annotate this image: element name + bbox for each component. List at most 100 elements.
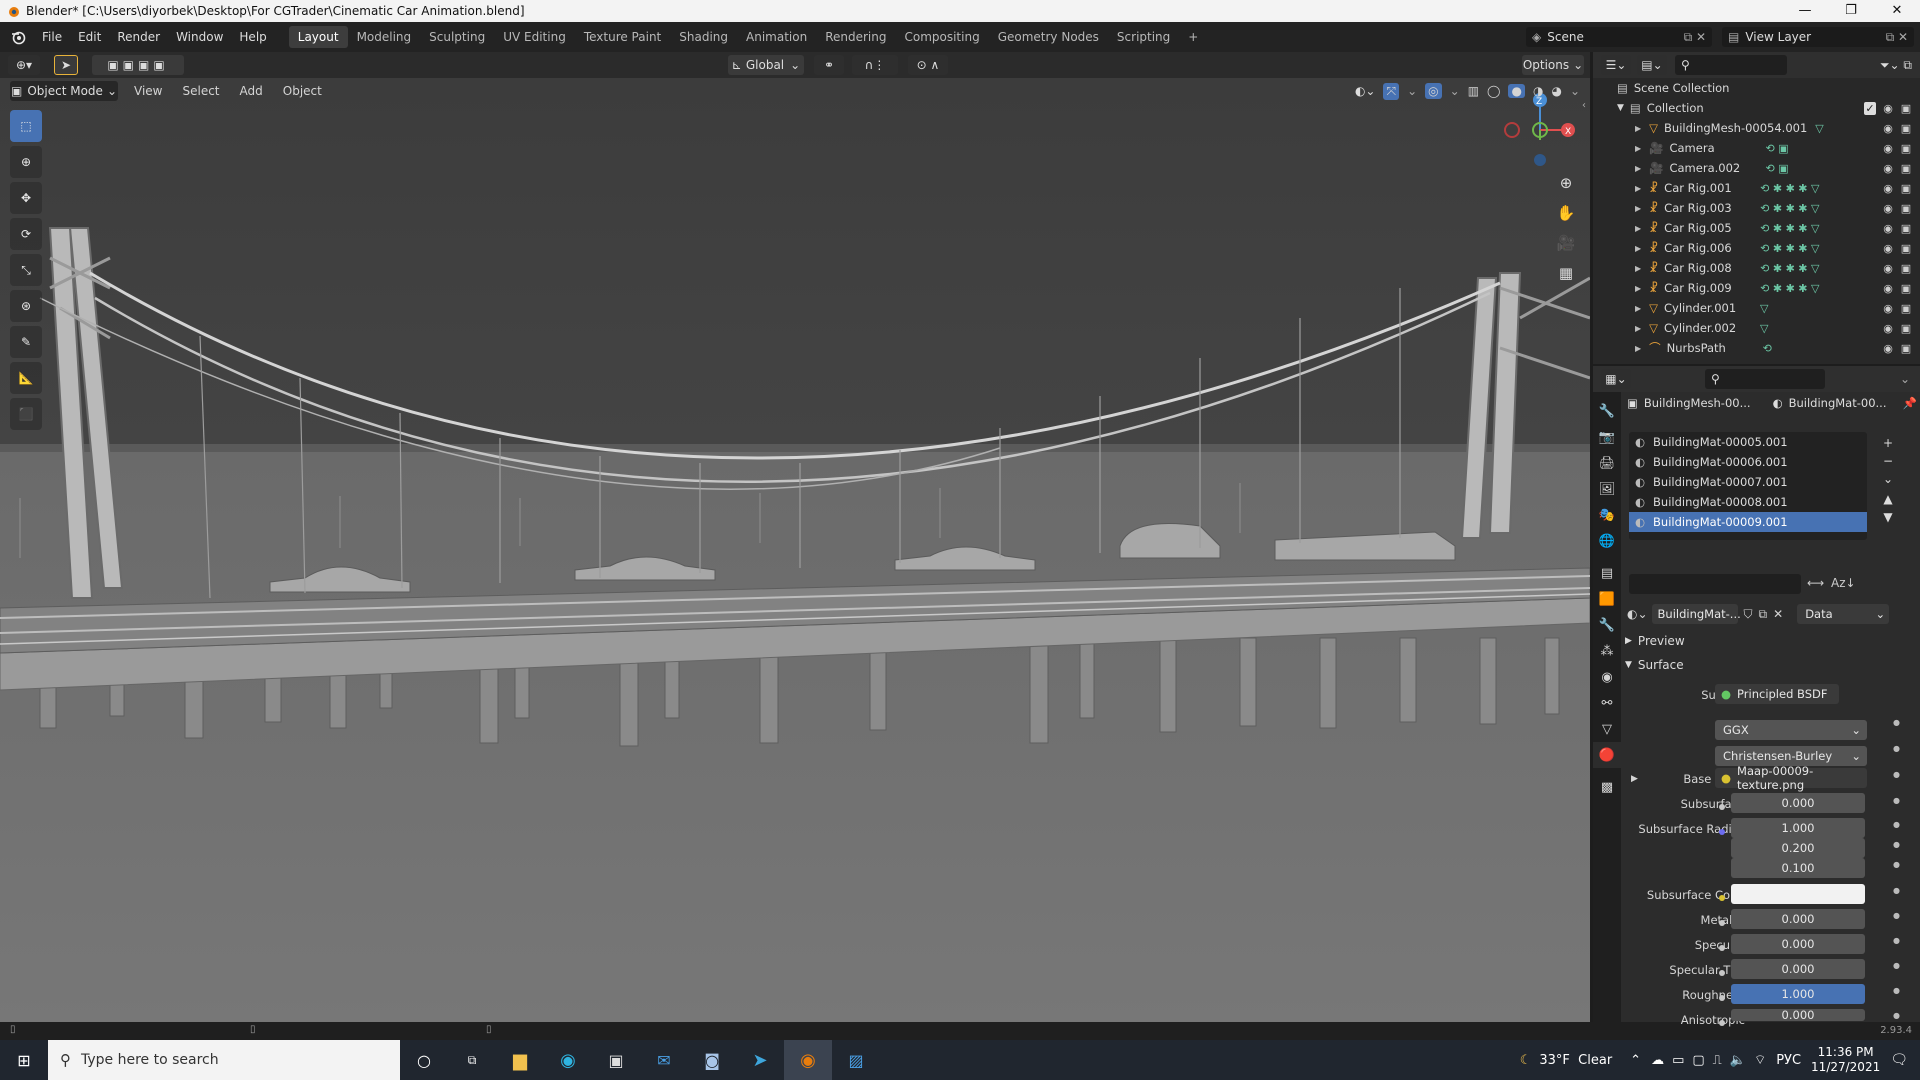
outliner-item[interactable]: ▶ ☧ Car Rig.001 ⟲ ✱ ✱ ✱ ▽ ◉ ▣ <box>1593 178 1920 198</box>
filter-icon[interactable]: ⏷⌄ ⧉ <box>1880 58 1912 73</box>
camera-render-icon[interactable]: ▣ <box>1900 182 1912 195</box>
weather-text[interactable]: 33°F Clear <box>1539 1053 1612 1068</box>
menu-add[interactable]: Add <box>230 84 273 98</box>
tab-compositing[interactable]: Compositing <box>895 26 988 48</box>
menu-object[interactable]: Object <box>273 84 332 98</box>
data-tab-icon[interactable]: ▽ <box>1593 716 1621 742</box>
scene-collection-row[interactable]: ▤ Scene Collection <box>1593 78 1920 98</box>
eye-icon[interactable]: ◉ <box>1882 102 1894 115</box>
render-tab-icon[interactable]: 📷 <box>1593 424 1621 450</box>
tab-scripting[interactable]: Scripting <box>1108 26 1179 48</box>
collection-row[interactable]: ▼ ▤ Collection ✓ ◉ ▣ <box>1593 98 1920 118</box>
add-cube-tool[interactable]: ⬛ <box>10 398 42 430</box>
collection-tab-icon[interactable]: ▤ <box>1593 560 1621 586</box>
outliner-item[interactable]: ▶ ☧ Car Rig.008 ⟲ ✱ ✱ ✱ ▽ ◉ ▣ <box>1593 258 1920 278</box>
file-explorer-button[interactable]: ▆ <box>496 1040 544 1080</box>
outliner-item[interactable]: ▶ ☧ Car Rig.005 ⟲ ✱ ✱ ✱ ▽ ◉ ▣ <box>1593 218 1920 238</box>
outliner-item[interactable]: ▶ ☧ Car Rig.003 ⟲ ✱ ✱ ✱ ▽ ◉ ▣ <box>1593 198 1920 218</box>
tray-app-icon[interactable]: ▭ <box>1672 1053 1684 1068</box>
tab-animation[interactable]: Animation <box>737 26 816 48</box>
outliner-item[interactable]: ▶ ⌒ NurbsPath ⟲ ◉ ▣ <box>1593 338 1920 358</box>
snap-toggle[interactable]: ∩⋮ <box>852 55 898 75</box>
base-color-field[interactable]: ● Maap-00009-texture.png <box>1715 764 1867 792</box>
camera-render-icon[interactable]: ▣ <box>1900 102 1912 115</box>
zoom-icon[interactable]: ⊕ <box>1552 174 1580 204</box>
menu-help[interactable]: Help <box>231 30 274 44</box>
material-slot-item[interactable]: ◐ BuildingMat-00005.001 <box>1629 432 1867 452</box>
mail-button[interactable]: ✉ <box>640 1040 688 1080</box>
eye-icon[interactable]: ◉ <box>1882 282 1894 295</box>
texture-tab-icon[interactable]: ▩ <box>1593 774 1621 800</box>
outliner-item[interactable]: ▶ ▽ Cylinder.001 ▽ ◉ ▣ <box>1593 298 1920 318</box>
surface-shader-field[interactable]: ● Principled BSDF <box>1715 684 1839 704</box>
subsurface-color-swatch[interactable] <box>1731 884 1865 904</box>
display-mode-dropdown[interactable]: ▤⌄ <box>1637 55 1667 75</box>
metallic-field[interactable]: 0.000 <box>1731 909 1865 929</box>
xray-toggle-icon[interactable]: ▥ <box>1468 84 1479 98</box>
subsurface-radius-x[interactable]: 1.000 <box>1731 818 1865 838</box>
camera-render-icon[interactable]: ▣ <box>1900 162 1912 175</box>
selection-mode-buttons[interactable]: ▣▣▣▣ <box>92 55 184 75</box>
outliner-item[interactable]: ▶ 🎥 Camera ⟲ ▣ ◉ ▣ <box>1593 138 1920 158</box>
eye-icon[interactable]: ◉ <box>1882 302 1894 315</box>
minimize-button[interactable]: — <box>1782 0 1828 22</box>
notifications-icon[interactable]: 🗨 <box>1890 1052 1908 1068</box>
expand-arrow-icon[interactable]: ▶ <box>1635 204 1641 213</box>
wireframe-shading-icon[interactable]: ◯ <box>1487 84 1500 98</box>
camera-render-icon[interactable]: ▣ <box>1900 262 1912 275</box>
new-view-layer-icon[interactable]: ⧉ ✕ <box>1886 30 1908 45</box>
outliner-item[interactable]: ▶ ▽ BuildingMesh-00054.001 ▽ ◉ ▣ <box>1593 118 1920 138</box>
camera-render-icon[interactable]: ▣ <box>1900 302 1912 315</box>
eye-icon[interactable]: ◉ <box>1882 242 1894 255</box>
eye-icon[interactable]: ◉ <box>1882 182 1894 195</box>
subsurface-radius-y[interactable]: 0.200 <box>1731 838 1865 858</box>
outliner-item[interactable]: ▶ ☧ Car Rig.009 ⟲ ✱ ✱ ✱ ▽ ◉ ▣ <box>1593 278 1920 298</box>
menu-select[interactable]: Select <box>172 84 229 98</box>
tab-sculpting[interactable]: Sculpting <box>420 26 494 48</box>
menu-window[interactable]: Window <box>168 30 231 44</box>
add-workspace-button[interactable]: + <box>1179 26 1207 48</box>
collapse-arrow-icon[interactable]: ▼ <box>1617 103 1624 113</box>
menu-view[interactable]: View <box>124 84 172 98</box>
expand-arrow-icon[interactable]: ▶ <box>1635 164 1641 173</box>
tab-modeling[interactable]: Modeling <box>348 26 421 48</box>
expand-arrow-icon[interactable]: ▶ <box>1635 304 1641 313</box>
camera-render-icon[interactable]: ▣ <box>1900 142 1912 155</box>
gizmo-toggle-icon[interactable]: ⤧ <box>1383 82 1400 100</box>
eye-icon[interactable]: ◉ <box>1882 222 1894 235</box>
checkbox-icon[interactable]: ✓ <box>1864 101 1876 115</box>
overlays-icon[interactable]: ◎ <box>1425 83 1442 99</box>
outliner-item[interactable]: ▶ ▽ Cylinder.002 ▽ ◉ ▣ <box>1593 318 1920 338</box>
transform-tool[interactable]: ⊛ <box>10 290 42 322</box>
eye-icon[interactable]: ◉ <box>1882 262 1894 275</box>
particles-tab-icon[interactable]: ⁂ <box>1593 638 1621 664</box>
eye-icon[interactable]: ◉ <box>1882 122 1894 135</box>
perspective-grid-icon[interactable]: ▦ <box>1552 264 1580 294</box>
expand-arrow-icon[interactable]: ▶ <box>1635 184 1641 193</box>
editor-type-menu[interactable]: ⊕▾ <box>8 55 40 75</box>
material-preview-icon[interactable]: ◑ <box>1533 84 1543 98</box>
anisotropic-field[interactable]: 0.000 <box>1731 1009 1865 1021</box>
scale-tool[interactable]: ⤡ <box>10 254 42 286</box>
close-button[interactable]: ✕ <box>1874 0 1920 22</box>
filter-options-icon[interactable]: ⟷ <box>1807 576 1824 590</box>
material-slot-item[interactable]: ◐ BuildingMat-00007.001 <box>1629 472 1867 492</box>
outliner-item[interactable]: ▶ 🎥 Camera.002 ⟲ ▣ ◉ ▣ <box>1593 158 1920 178</box>
blender-menu-icon[interactable] <box>10 29 26 45</box>
expand-arrow-icon[interactable]: ▶ <box>1635 324 1641 333</box>
subsurface-field[interactable]: 0.000 <box>1731 793 1865 813</box>
expand-arrow-icon[interactable]: ▶ <box>1635 144 1641 153</box>
blender-taskbar-button[interactable]: ◉ <box>784 1040 832 1080</box>
physics-tab-icon[interactable]: ◉ <box>1593 664 1621 690</box>
camera-render-icon[interactable]: ▣ <box>1900 202 1912 215</box>
unlink-material-icon[interactable]: ✕ <box>1773 607 1783 621</box>
roughness-field[interactable]: 1.000 <box>1731 984 1865 1004</box>
taskbar-search-box[interactable]: ⚲ Type here to search <box>48 1040 400 1080</box>
eye-icon[interactable]: ◉ <box>1882 142 1894 155</box>
monitor-icon[interactable]: ▢ <box>1692 1053 1704 1068</box>
edge-button[interactable]: ◉ <box>544 1040 592 1080</box>
menu-file[interactable]: File <box>34 30 70 44</box>
tab-shading[interactable]: Shading <box>670 26 737 48</box>
select-box-tool[interactable]: ⬚ <box>10 110 42 142</box>
volume-icon[interactable]: 🔈 <box>1730 1053 1746 1068</box>
